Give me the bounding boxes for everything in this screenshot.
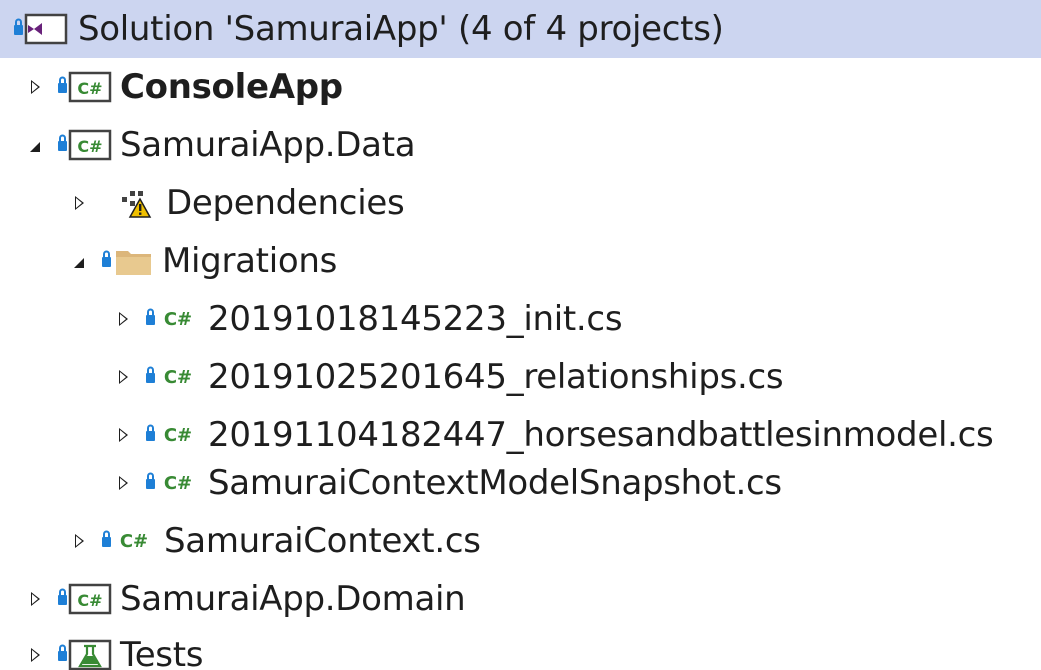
expander-collapsed-icon[interactable] xyxy=(24,58,46,116)
expander-collapsed-icon[interactable] xyxy=(24,570,46,628)
solution-node[interactable]: Solution 'SamuraiApp' (4 of 4 projects) xyxy=(0,0,1041,58)
file-label-samurai-context: SamuraiContext.cs xyxy=(164,521,481,561)
project-label-tests: Tests xyxy=(120,635,204,670)
test-project-icon xyxy=(56,635,112,670)
file-node-samurai-context[interactable]: C# SamuraiContext.cs xyxy=(0,512,1041,570)
expander-collapsed-icon[interactable] xyxy=(24,626,46,670)
csharp-file-icon: C# xyxy=(144,463,200,503)
csharp-file-icon: C# xyxy=(144,299,200,339)
file-node-migration-init[interactable]: C# 20191018145223_init.cs xyxy=(0,290,1041,348)
file-label: SamuraiContextModelSnapshot.cs xyxy=(208,463,782,503)
svg-text:C#: C# xyxy=(77,79,102,98)
expander-collapsed-icon[interactable] xyxy=(112,454,134,512)
svg-text:C#: C# xyxy=(164,367,192,388)
svg-text:C#: C# xyxy=(120,531,148,552)
csharp-project-icon: C# xyxy=(56,579,112,619)
solution-icon xyxy=(12,9,70,49)
csharp-project-icon: C# xyxy=(56,67,112,107)
solution-explorer-tree: Solution 'SamuraiApp' (4 of 4 projects) … xyxy=(0,0,1041,670)
dependencies-label: Dependencies xyxy=(166,183,405,223)
expander-collapsed-icon[interactable] xyxy=(68,512,90,570)
csharp-file-icon: C# xyxy=(144,357,200,397)
project-node-tests[interactable]: Tests xyxy=(0,626,1041,670)
migrations-label: Migrations xyxy=(162,241,338,281)
expander-collapsed-icon[interactable] xyxy=(112,348,134,406)
file-node-model-snapshot[interactable]: C# SamuraiContextModelSnapshot.cs xyxy=(0,454,1041,512)
project-node-samuraiapp-domain[interactable]: C# SamuraiApp.Domain xyxy=(0,570,1041,628)
svg-text:C#: C# xyxy=(164,425,192,446)
svg-text:C#: C# xyxy=(77,591,102,610)
solution-label: Solution 'SamuraiApp' (4 of 4 projects) xyxy=(78,9,724,49)
file-label: 20191025201645_relationships.cs xyxy=(208,357,784,397)
dependencies-node[interactable]: Dependencies xyxy=(0,174,1041,232)
project-label-console-app: ConsoleApp xyxy=(120,67,343,107)
svg-text:C#: C# xyxy=(77,137,102,156)
folder-icon xyxy=(100,241,154,281)
csharp-file-icon: C# xyxy=(100,521,156,561)
expander-expanded-icon[interactable] xyxy=(68,232,90,290)
csharp-project-icon: C# xyxy=(56,125,112,165)
expander-collapsed-icon[interactable] xyxy=(112,290,134,348)
project-label-samuraiapp-domain: SamuraiApp.Domain xyxy=(120,579,466,619)
project-node-samuraiapp-data[interactable]: C# SamuraiApp.Data xyxy=(0,116,1041,174)
dependencies-warning-icon xyxy=(118,183,158,223)
svg-text:C#: C# xyxy=(164,473,192,494)
project-node-console-app[interactable]: C# ConsoleApp xyxy=(0,58,1041,116)
file-node-migration-relationships[interactable]: C# 20191025201645_relationships.cs xyxy=(0,348,1041,406)
svg-text:C#: C# xyxy=(164,309,192,330)
project-label-samuraiapp-data: SamuraiApp.Data xyxy=(120,125,416,165)
csharp-file-icon: C# xyxy=(144,415,200,455)
expander-expanded-icon[interactable] xyxy=(24,116,46,174)
migrations-folder-node[interactable]: Migrations xyxy=(0,232,1041,290)
file-label: 20191018145223_init.cs xyxy=(208,299,623,339)
expander-collapsed-icon[interactable] xyxy=(68,174,90,232)
